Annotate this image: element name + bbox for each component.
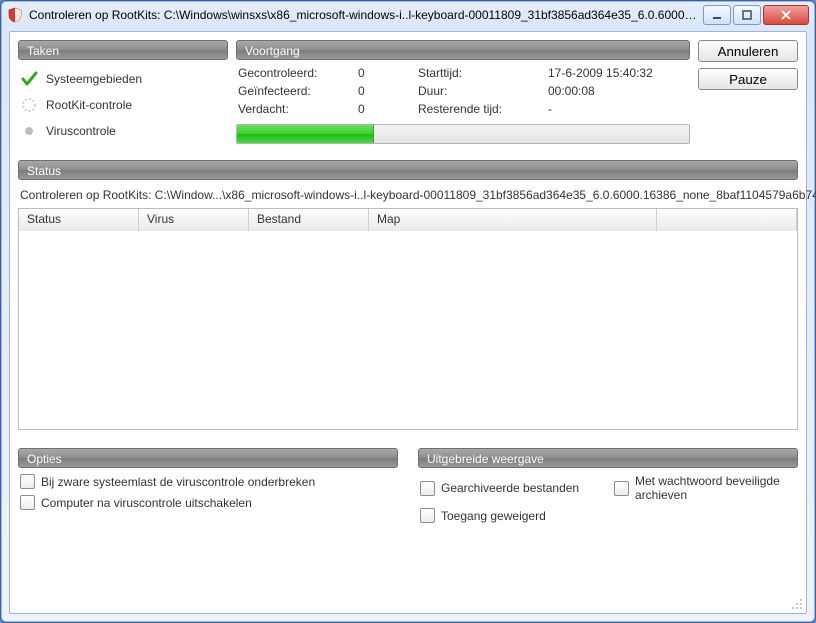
- scanned-label: Gecontroleerd:: [238, 66, 358, 80]
- progress-header: Voortgang: [236, 40, 690, 60]
- col-virus[interactable]: Virus: [139, 209, 249, 231]
- close-button[interactable]: [763, 5, 809, 25]
- task-rootkit-check: RootKit-controle: [20, 92, 226, 118]
- checkbox-icon: [420, 481, 435, 496]
- status-current-path: Controleren op RootKits: C:\Window...\x8…: [18, 180, 798, 208]
- checkbox-label: Gearchiveerde bestanden: [441, 481, 579, 495]
- maximize-button[interactable]: [733, 5, 761, 25]
- checkbox-label: Computer na viruscontrole uitschakelen: [41, 496, 252, 510]
- resize-grip-icon[interactable]: [790, 597, 804, 611]
- app-shield-icon: [7, 7, 23, 23]
- extended-panel: Uitgebreide weergave Gearchiveerde besta…: [418, 448, 798, 523]
- task-system-areas: Systeemgebieden: [20, 66, 226, 92]
- progress-bar: [236, 124, 690, 144]
- checkbox-label: Met wachtwoord beveiligde archieven: [635, 474, 796, 502]
- checkbox-icon: [614, 481, 629, 496]
- checkbox-icon: [20, 474, 35, 489]
- task-label: RootKit-controle: [46, 98, 132, 112]
- col-extra[interactable]: [657, 209, 797, 231]
- remaining-value: -: [548, 102, 688, 116]
- checkmark-icon: [20, 70, 38, 88]
- col-folder[interactable]: Map: [369, 209, 657, 231]
- options-panel: Opties Bij zware systeemlast de viruscon…: [18, 448, 398, 523]
- status-header: Status: [18, 160, 798, 180]
- checkbox-label: Toegang geweigerd: [441, 509, 546, 523]
- options-header: Opties: [18, 448, 398, 468]
- duration-label: Duur:: [418, 84, 548, 98]
- spinner-icon: [20, 96, 38, 114]
- tasks-header: Taken: [18, 40, 228, 60]
- checkbox-label: Bij zware systeemlast de viruscontrole o…: [41, 475, 315, 489]
- client-area: Taken Systeemgebieden RootKit-controle: [9, 31, 807, 614]
- pending-dot-icon: [20, 122, 38, 140]
- table-header: Status Virus Bestand Map: [19, 209, 797, 231]
- extended-header: Uitgebreide weergave: [418, 448, 798, 468]
- app-window: Controleren op RootKits: C:\Windows\wins…: [0, 0, 816, 623]
- checkbox-icon: [20, 495, 35, 510]
- window-title: Controleren op RootKits: C:\Windows\wins…: [29, 8, 697, 22]
- tasks-panel: Taken Systeemgebieden RootKit-controle: [18, 40, 228, 144]
- task-label: Viruscontrole: [46, 124, 116, 138]
- start-label: Starttijd:: [418, 66, 548, 80]
- scanned-value: 0: [358, 66, 418, 80]
- opt-access-denied[interactable]: Toegang geweigerd: [420, 508, 602, 523]
- task-virus-check: Viruscontrole: [20, 118, 226, 144]
- progress-fill: [237, 125, 374, 143]
- table-body[interactable]: [19, 231, 797, 429]
- infected-label: Geïnfecteerd:: [238, 84, 358, 98]
- opt-archived[interactable]: Gearchiveerde bestanden: [420, 474, 602, 502]
- results-table: Status Virus Bestand Map: [18, 208, 798, 430]
- pause-button[interactable]: Pauze: [698, 68, 798, 90]
- suspicious-label: Verdacht:: [238, 102, 358, 116]
- task-label: Systeemgebieden: [46, 72, 142, 86]
- infected-value: 0: [358, 84, 418, 98]
- suspicious-value: 0: [358, 102, 418, 116]
- col-status[interactable]: Status: [19, 209, 139, 231]
- window-controls: [703, 5, 809, 25]
- start-value: 17-6-2009 15:40:32: [548, 66, 688, 80]
- titlebar[interactable]: Controleren op RootKits: C:\Windows\wins…: [1, 1, 815, 29]
- progress-panel: Voortgang Gecontroleerd: 0 Starttijd: 17…: [236, 40, 690, 144]
- cancel-button[interactable]: Annuleren: [698, 40, 798, 62]
- opt-shutdown-after[interactable]: Computer na viruscontrole uitschakelen: [20, 495, 396, 510]
- action-buttons: Annuleren Pauze: [698, 40, 798, 144]
- col-file[interactable]: Bestand: [249, 209, 369, 231]
- opt-password-archives[interactable]: Met wachtwoord beveiligde archieven: [614, 474, 796, 502]
- opt-interrupt-heavy-load[interactable]: Bij zware systeemlast de viruscontrole o…: [20, 474, 396, 489]
- minimize-button[interactable]: [703, 5, 731, 25]
- checkbox-icon: [420, 508, 435, 523]
- remaining-label: Resterende tijd:: [418, 102, 548, 116]
- status-panel: Status Controleren op RootKits: C:\Windo…: [18, 160, 798, 430]
- duration-value: 00:00:08: [548, 84, 688, 98]
